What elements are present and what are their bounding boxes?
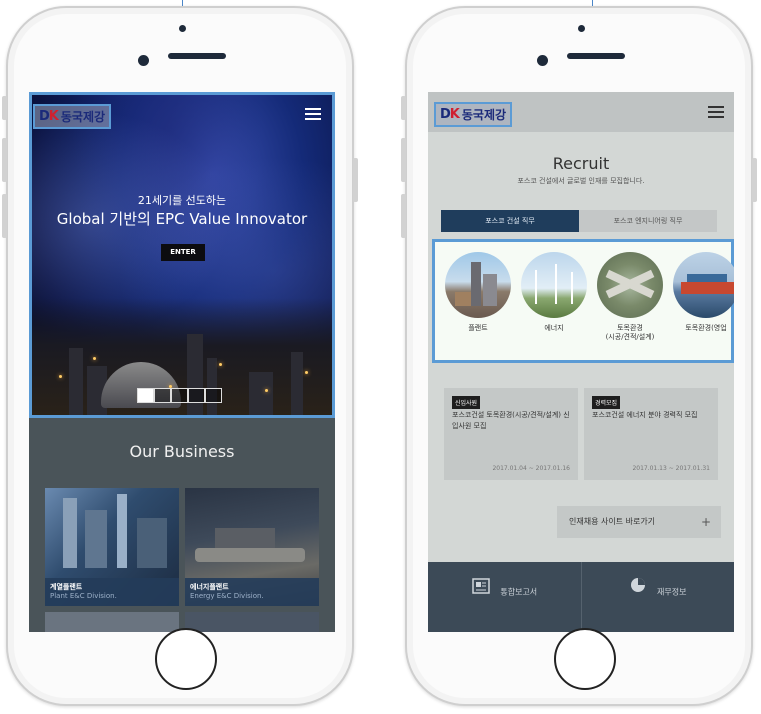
plus-icon: + [700,515,711,529]
job-category-label: 플랜트 [468,324,488,332]
post-title: 포스코건설 에너지 분야 경력직 모집 [592,411,698,419]
phone-camera-icon [537,55,548,66]
phone-power-button [752,158,757,202]
phone-mockup-left: DK 동국제강 21세기를 선도하는 Global 기반의 EPC Value … [2,6,358,706]
business-card-title: 계열플랜트 [50,583,83,591]
company-logo[interactable]: DK 동국제강 [434,102,513,127]
our-business-title: Our Business [129,442,235,461]
job-category-plant[interactable]: 플랜트 [445,252,511,333]
post-date: 2017.01.13 ~ 2017.01.31 [632,465,710,472]
plant-thumbnail [445,252,511,318]
business-card-subtitle: Plant E&C Division. [50,592,117,600]
phone-sensor [179,25,186,32]
phone-side-button [401,96,406,120]
phone-volume-up [2,138,7,182]
hamburger-menu-icon[interactable] [708,106,724,118]
recruit-title: Recruit [552,154,610,173]
job-category-carousel: 플랜트 에너지 토목환경 (시공/견적/설계) 토목환경(영업 [432,239,734,363]
recruit-site-link-button[interactable]: 인재채용 사이트 바로가기 + [557,506,721,538]
phone-speaker [567,53,625,59]
home-button[interactable] [554,628,616,690]
civil-sales-thumbnail [673,252,734,318]
tab-posco-ec-jobs[interactable]: 포스코 건설 직무 [441,210,579,232]
report-icon [472,562,490,622]
job-post-card[interactable]: 신입사원 포스코건설 토목환경(시공/견적/설계) 신입사원 모집 2017.0… [444,388,578,480]
business-card-energy[interactable]: 에너지플랜트 Energy E&C Division. [185,488,319,606]
footer-link-label: 재무정보 [657,587,687,597]
civil-thumbnail [597,252,663,318]
phone-sensor [578,25,585,32]
tab-posco-engineering-jobs[interactable]: 포스코 엔지니어링 직무 [579,210,717,232]
job-category-civil[interactable]: 토목환경 (시공/견적/설계) [597,252,663,342]
post-date: 2017.01.04 ~ 2017.01.16 [492,465,570,472]
job-post-card[interactable]: 경력모집 포스코건설 에너지 분야 경력직 모집 2017.01.13 ~ 20… [584,388,718,480]
job-category-label: 토목환경 (시공/견적/설계) [605,324,655,341]
highlight-frame-hero [29,92,335,418]
company-logo-text: 동국제강 [461,108,507,122]
phone-power-button [353,158,358,202]
phone-speaker [168,53,226,59]
business-card-caption: 계열플랜트 Plant E&C Division. [45,578,179,606]
comparison-stage: DK 동국제강 21세기를 선도하는 Global 기반의 EPC Value … [0,0,761,714]
job-category-civil-sales[interactable]: 토목환경(영업 [673,252,734,333]
post-badge: 신입사원 [452,396,481,409]
post-badge: 경력모집 [592,396,621,409]
business-card-subtitle: Energy E&C Division. [190,592,264,600]
recruit-site-link-label: 인재채용 사이트 바로가기 [569,517,656,526]
business-card-plant[interactable]: 계열플랜트 Plant E&C Division. [45,488,179,606]
home-button[interactable] [155,628,217,690]
business-card-partial[interactable] [45,612,179,632]
phone-mockup-right: DK 동국제강 Recruit 포스코 건설에서 글로벌 인재를 모집합니다. … [401,6,757,706]
business-card-title: 에너지플랜트 [190,583,229,591]
footer-link-label: 통합보고서 [500,587,538,597]
job-category-label: 토목환경(영업 [685,324,727,332]
footer-link-financial-info[interactable]: 재무정보 [581,562,734,622]
energy-thumbnail [521,252,587,318]
job-category-energy[interactable]: 에너지 [521,252,587,333]
phone-camera-icon [138,55,149,66]
business-card-partial[interactable] [185,612,319,632]
phone-volume-down [401,194,406,238]
dk-logo-icon: DK [440,107,460,122]
hero-banner: DK 동국제강 21세기를 선도하는 Global 기반의 EPC Value … [29,92,335,418]
recruit-subtitle: 포스코 건설에서 글로벌 인재를 모집합니다. [517,177,645,185]
footer-link-integrated-report[interactable]: 통합보고서 [428,562,581,622]
job-category-label: 에너지 [544,324,564,332]
mobile-screen-right: DK 동국제강 Recruit 포스코 건설에서 글로벌 인재를 모집합니다. … [428,92,734,632]
phone-volume-up [401,138,406,182]
business-card-caption: 에너지플랜트 Energy E&C Division. [185,578,319,606]
site-header: DK 동국제강 [428,92,734,132]
mobile-screen-left: DK 동국제강 21세기를 선도하는 Global 기반의 EPC Value … [29,92,335,632]
pie-chart-icon [629,562,647,622]
phone-side-button [2,96,7,120]
post-title: 포스코건설 토목환경(시공/견적/설계) 신입사원 모집 [452,411,570,430]
phone-volume-down [2,194,7,238]
footer-bar: 통합보고서 재무정보 [428,562,734,632]
